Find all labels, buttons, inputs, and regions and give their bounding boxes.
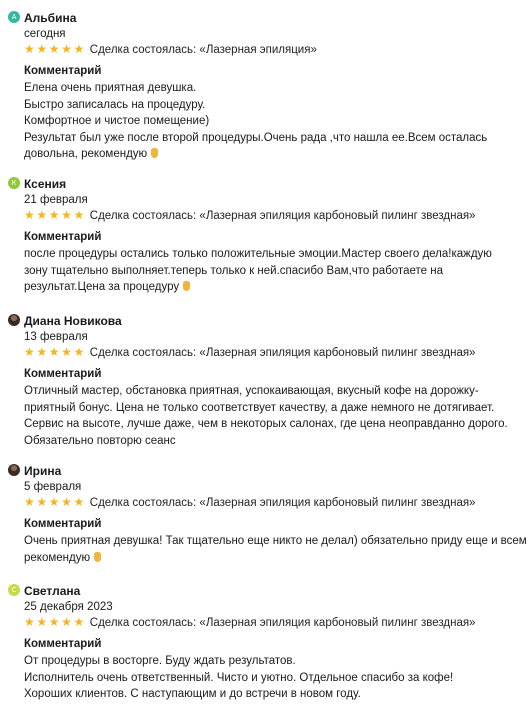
comment-line: довольна, рекомендую <box>24 146 528 163</box>
comment-text: Елена очень приятная девушка. Быстро запи… <box>24 80 528 163</box>
deal-text: Сделка состоялась: «Лазерная эпиляция ка… <box>89 497 476 509</box>
comment-line: От процедуры в восторге. Буду ждать резу… <box>24 655 296 667</box>
comment-line: Комфортное и чистое помещение) <box>24 115 210 127</box>
star-icon: ★ <box>61 495 72 509</box>
comment-line: после процедуры остались только положите… <box>24 248 492 260</box>
comment-text: Отличный мастер, обстановка приятная, ус… <box>24 383 528 449</box>
rating-stars: ★ ★ ★ ★ ★ Сделка состоялась: «Лазерная эпиляц… <box>24 344 475 360</box>
review-date: 13 февраля <box>24 331 88 343</box>
deal-text: Сделка состоялась: «Лазерная эпиляция ка… <box>89 347 476 359</box>
comment-line: Исполнитель очень ответственный. Чисто и… <box>24 671 454 684</box>
star-icon: ★ <box>73 495 85 509</box>
reviewer-name: Ирина <box>24 464 62 478</box>
comment-line: Обязательно повторю сеанс <box>24 434 176 447</box>
star-icon: ★ <box>24 345 35 359</box>
star-icon: ★ <box>36 42 48 56</box>
review-card: С Светлана 25 декабря 2023 ★ ★ ★ ★ ★ Сделка сост… <box>0 582 528 700</box>
star-icon: ★ <box>73 208 85 222</box>
hand-emoji-icon <box>151 148 159 158</box>
rating-stars: ★ ★ ★ ★ ★ Сделка состоялась: «Лазерная эпиляц… <box>24 614 475 630</box>
hand-emoji-icon <box>183 281 191 291</box>
star-icon: ★ <box>61 615 72 629</box>
review-date: 5 февраля <box>24 481 82 493</box>
reviewer-name: Ксения <box>24 177 67 191</box>
star-icon: ★ <box>36 495 48 509</box>
review-header: Диана Новикова <box>0 312 528 330</box>
rating-stars: ★ ★ ★ ★ ★ Сделка состоялась: «Лазерная эпиляц… <box>24 207 475 223</box>
comment-line: зону тщательно выполняет.теперь только к… <box>24 264 443 277</box>
star-icon: ★ <box>48 495 60 509</box>
review-header: А Альбина <box>0 9 528 27</box>
star-icon: ★ <box>73 345 85 359</box>
review-card: К Ксения 21 февраля ★ ★ ★ ★ ★ Сделка состоялась:… <box>0 175 528 293</box>
reviewer-name: Альбина <box>24 11 77 25</box>
comment-line: Быстро записалась на процедуру. <box>24 98 206 111</box>
comment-line: Очень приятная девушка! Так тщательно ещ… <box>24 535 527 547</box>
rating-stars: ★ ★ ★ ★ ★ Сделка состоялась: «Лазерная эпиляц… <box>24 41 317 57</box>
comment-line: приятный бонус. Цена не только соответст… <box>24 401 495 414</box>
deal-text: Сделка состоялась: «Лазерная эпиляция ка… <box>89 210 476 222</box>
comment-label: Комментарий <box>24 65 102 77</box>
comment-line: Елена очень приятная девушка. <box>24 82 197 94</box>
star-icon: ★ <box>36 615 48 629</box>
comment-line: Результат был уже после второй процедуры… <box>24 131 488 144</box>
comment-line: Хороших клиентов. С наступающим и до вст… <box>24 688 361 700</box>
star-icon: ★ <box>48 615 60 629</box>
star-icon: ★ <box>48 345 60 359</box>
deal-text: Сделка состоялась: «Лазерная эпиляция ка… <box>89 617 476 629</box>
star-icon: ★ <box>73 615 85 629</box>
avatar: А <box>8 11 20 23</box>
deal-text: Сделка состоялась: «Лазерная эпиляция» <box>89 44 317 56</box>
comment-text: после процедуры остались только положите… <box>24 246 528 296</box>
star-icon: ★ <box>48 42 60 56</box>
review-card: Диана Новикова 13 февраля ★ ★ ★ ★ ★ Сделка сост… <box>0 312 528 447</box>
star-icon: ★ <box>73 42 85 56</box>
star-icon: ★ <box>24 495 35 509</box>
star-icon: ★ <box>48 208 60 222</box>
reviewer-name: Диана Новикова <box>24 314 122 328</box>
avatar: С <box>8 584 20 596</box>
review-card: А Альбина сегодня ★ ★ ★ ★ ★ Сделка состоялась: «… <box>0 9 528 160</box>
comment-label: Комментарий <box>24 518 102 530</box>
reviewer-name: Светлана <box>24 584 81 598</box>
review-card: Ирина 5 февраля ★ ★ ★ ★ ★ Сделка состоялась: «Л… <box>0 462 528 564</box>
comment-line: результат.Цена за процедуру <box>24 279 528 296</box>
star-icon: ★ <box>36 345 48 359</box>
avatar <box>8 314 20 326</box>
comment-line: рекомендую <box>24 550 528 567</box>
comment-label: Комментарий <box>24 638 102 650</box>
star-icon: ★ <box>61 208 72 222</box>
avatar <box>8 464 20 476</box>
star-icon: ★ <box>61 345 72 359</box>
star-icon: ★ <box>24 615 35 629</box>
review-date: сегодня <box>24 28 66 40</box>
rating-stars: ★ ★ ★ ★ ★ Сделка состоялась: «Лазерная эпиляц… <box>24 494 475 510</box>
comment-label: Комментарий <box>24 368 102 380</box>
comment-line: Сервис на высоте, лучше даже, чем в неко… <box>24 418 508 430</box>
review-header: Ирина <box>0 462 528 480</box>
comment-line: Отличный мастер, обстановка приятная, ус… <box>24 385 479 397</box>
star-icon: ★ <box>61 42 72 56</box>
star-icon: ★ <box>24 42 35 56</box>
star-icon: ★ <box>24 208 35 222</box>
review-date: 21 февраля <box>24 194 88 206</box>
star-icon: ★ <box>36 208 48 222</box>
avatar: К <box>8 177 20 189</box>
review-header: К Ксения <box>0 175 528 193</box>
review-date: 25 декабря 2023 <box>24 601 113 613</box>
comment-text: От процедуры в восторге. Буду ждать резу… <box>24 653 528 703</box>
review-header: С Светлана <box>0 582 528 600</box>
comment-label: Комментарий <box>24 231 102 243</box>
comment-text: Очень приятная девушка! Так тщательно ещ… <box>24 533 528 566</box>
hand-emoji-icon <box>94 551 102 562</box>
